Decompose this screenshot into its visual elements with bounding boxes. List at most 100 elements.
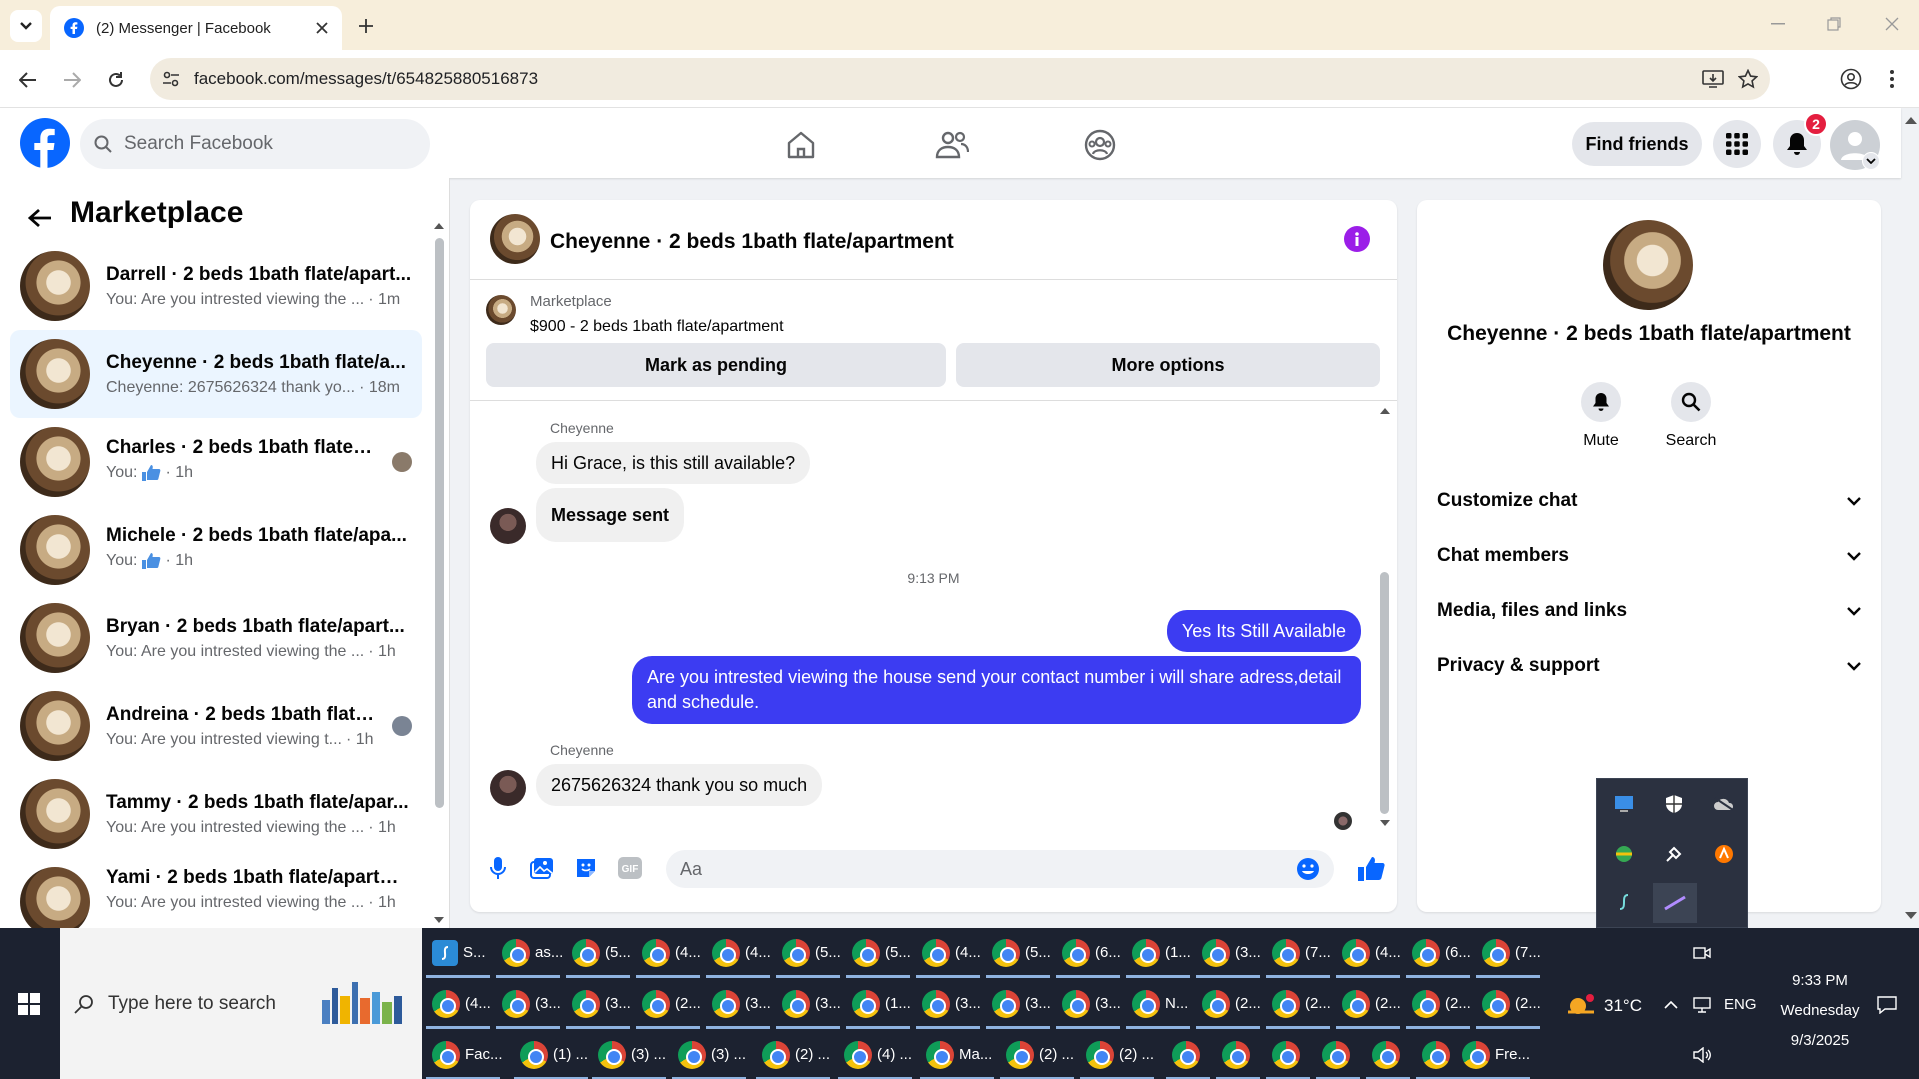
windows-start-icon[interactable] [0, 928, 58, 1079]
taskbar-app-chrome[interactable]: (3) ... [672, 1032, 746, 1079]
taskbar-app-chrome[interactable] [1266, 1032, 1310, 1079]
scroll-up-icon[interactable] [1378, 406, 1392, 416]
messages-scrollbar[interactable] [1380, 572, 1389, 814]
home-nav-icon[interactable] [746, 120, 856, 170]
taskbar-app-chrome[interactable] [1216, 1032, 1260, 1079]
account-chevron-icon[interactable] [1862, 152, 1880, 170]
taskbar-app-chrome[interactable]: (3... [916, 981, 981, 1029]
site-info-icon[interactable] [162, 71, 180, 87]
close-window-icon[interactable] [1876, 10, 1908, 38]
chat-members-section[interactable]: Chat members [1437, 545, 1861, 567]
reload-icon[interactable] [100, 64, 132, 96]
incoming-message[interactable]: Message sent [536, 488, 685, 542]
taskbar-app-chrome[interactable]: (2... [1196, 981, 1261, 1029]
scroll-down-icon[interactable] [1378, 818, 1392, 828]
conversation-list-scrollbar[interactable] [435, 238, 444, 808]
taskbar-app-chrome[interactable]: (4... [636, 930, 701, 978]
taskbar-app-chrome[interactable]: (2) ... [1080, 1032, 1154, 1079]
taskbar-app-chrome[interactable]: (4... [1336, 930, 1401, 978]
outgoing-message[interactable]: Yes Its Still Available [1166, 610, 1361, 652]
sticker-icon[interactable] [570, 852, 602, 884]
taskbar-app-chrome[interactable]: (2... [636, 981, 701, 1029]
sender-avatar[interactable] [490, 508, 526, 544]
info-icon[interactable] [1344, 226, 1370, 252]
taskbar-app-chrome[interactable]: (5... [776, 930, 841, 978]
profile-icon[interactable] [1836, 64, 1866, 94]
incoming-message[interactable]: Hi Grace, is this still available? [536, 442, 811, 484]
customize-chat-section[interactable]: Customize chat [1437, 490, 1861, 512]
conversation-item[interactable]: Tammy · 2 beds 1bath flate/apar... You: A… [10, 770, 422, 858]
meet-now-icon[interactable] [1690, 942, 1714, 964]
emoji-icon[interactable] [1296, 857, 1320, 881]
conversation-item-active[interactable]: Cheyenne · 2 beds 1bath flate/a... Cheyen… [10, 330, 422, 418]
tab-search-icon[interactable] [10, 10, 42, 42]
message-input[interactable]: Aa [666, 850, 1334, 888]
conversation-item[interactable]: Michele · 2 beds 1bath flate/apa... You: ·… [10, 506, 422, 594]
scroll-down-icon[interactable] [432, 914, 446, 926]
taskbar-app-chrome[interactable]: (5... [986, 930, 1051, 978]
taskbar-app-chrome[interactable] [1416, 1032, 1460, 1079]
taskbar-app-chrome[interactable]: (5... [846, 930, 911, 978]
page-scroll-down-icon[interactable] [1903, 908, 1919, 924]
taskbar-app-chrome[interactable]: (1) ... [514, 1032, 588, 1079]
taskbar-app-chrome[interactable] [1316, 1032, 1360, 1079]
install-app-icon[interactable] [1702, 70, 1724, 88]
page-scroll-up-icon[interactable] [1903, 112, 1919, 128]
find-friends-button[interactable]: Find friends [1572, 122, 1702, 166]
restore-icon[interactable] [1818, 10, 1850, 38]
taskbar-app-chrome[interactable]: (2) ... [756, 1032, 830, 1079]
security-shield-icon[interactable] [1659, 789, 1689, 819]
taskbar-app-chrome[interactable] [1166, 1032, 1210, 1079]
scrivener-icon[interactable] [1609, 887, 1639, 917]
search-in-chat-icon[interactable] [1671, 382, 1711, 422]
outgoing-message[interactable]: Are you intrested viewing the house send… [632, 656, 1361, 724]
taskbar-app-chrome[interactable]: (2... [1336, 981, 1401, 1029]
new-tab-icon[interactable] [352, 12, 380, 40]
taskbar-app-chrome[interactable]: Ma... [920, 1032, 994, 1079]
chat-header-avatar[interactable] [490, 214, 540, 264]
facebook-search[interactable]: Search Facebook [80, 119, 430, 169]
taskbar-app-chrome[interactable]: (7... [1266, 930, 1331, 978]
cloud-off-icon[interactable] [1709, 789, 1739, 819]
taskbar-app-chrome[interactable]: (6... [1406, 930, 1471, 978]
pen-app-icon[interactable] [1653, 883, 1697, 923]
taskbar-app-chrome[interactable]: Fac... [426, 1032, 503, 1079]
network-icon[interactable] [1690, 994, 1714, 1016]
taskbar-app-chrome[interactable]: (2) ... [1000, 1032, 1074, 1079]
microphone-icon[interactable] [482, 852, 514, 884]
forward-icon[interactable] [56, 64, 88, 96]
conversation-item[interactable]: Charles · 2 beds 1bath flate/a... You: · 1… [10, 418, 422, 506]
avast-icon[interactable] [1709, 839, 1739, 869]
back-arrow-icon[interactable] [22, 200, 58, 236]
media-files-links-section[interactable]: Media, files and links [1437, 600, 1861, 622]
globe-app-icon[interactable] [1609, 839, 1639, 869]
taskbar-search[interactable]: Type here to search [60, 928, 422, 1079]
like-thumbs-up-icon[interactable] [1354, 852, 1388, 886]
listing-detail[interactable]: $900 - 2 beds 1bath flate/apartment [530, 318, 784, 336]
taskbar-app-chrome[interactable]: (1... [846, 981, 911, 1029]
weather-icon[interactable] [1566, 994, 1596, 1016]
taskbar-app-chrome[interactable]: (2... [1266, 981, 1331, 1029]
taskbar-app-scrivener[interactable]: S... [426, 930, 490, 978]
taskbar-app-chrome[interactable]: (5... [566, 930, 631, 978]
taskbar-app-chrome[interactable]: (4... [916, 930, 981, 978]
taskbar-app-chrome[interactable]: (4... [426, 981, 491, 1029]
menu-grid-icon[interactable] [1713, 120, 1761, 168]
minimize-icon[interactable] [1762, 10, 1794, 38]
mark-as-pending-button[interactable]: Mark as pending [486, 343, 946, 387]
network-app-icon[interactable] [1609, 789, 1639, 819]
browser-menu-icon[interactable] [1880, 64, 1904, 94]
browser-tab[interactable]: (2) Messenger | Facebook [50, 6, 342, 50]
taskbar-app-chrome[interactable]: (3... [566, 981, 631, 1029]
clock[interactable]: 9:33 PM Wednesday 9/3/2025 [1770, 966, 1870, 1056]
conversation-item[interactable]: Yami · 2 beds 1bath flate/apartm... You: … [10, 858, 422, 928]
conversation-item[interactable]: Bryan · 2 beds 1bath flate/apart... You: … [10, 594, 422, 682]
taskbar-app-chrome[interactable]: (2... [1406, 981, 1471, 1029]
facebook-logo-icon[interactable] [20, 118, 70, 168]
taskbar-app-chrome[interactable]: N... [1126, 981, 1190, 1029]
taskbar-app-chrome[interactable]: (3... [986, 981, 1051, 1029]
taskbar-app-chrome[interactable]: (3... [496, 981, 561, 1029]
taskbar-app-chrome[interactable]: (4... [706, 930, 771, 978]
satellite-app-icon[interactable] [1659, 839, 1689, 869]
taskbar-app-chrome[interactable]: (2... [1476, 981, 1541, 1029]
